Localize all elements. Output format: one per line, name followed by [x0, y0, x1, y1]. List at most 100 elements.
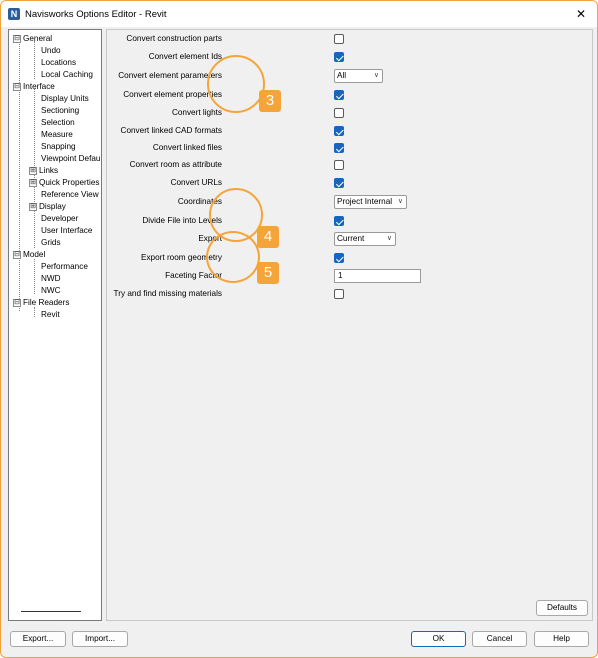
- convert-linked-cad-checkbox[interactable]: [334, 126, 344, 136]
- tree-item-label: Snapping: [41, 142, 76, 151]
- convert-room-attribute-checkbox[interactable]: [334, 160, 344, 170]
- convert-linked-cad-label: Convert linked CAD formats: [120, 126, 222, 135]
- tree-item-label: Interface: [23, 82, 55, 91]
- tree-item-quick-properties[interactable]: ⊞ Quick Properties: [29, 177, 100, 189]
- tree-item-label: Selection: [41, 118, 75, 127]
- navisworks-app-icon: N: [8, 8, 20, 20]
- help-button[interactable]: Help: [534, 631, 589, 647]
- tree-item-label: Display Units: [41, 94, 89, 103]
- convert-element-ids-label: Convert element Ids: [148, 52, 222, 61]
- tree-item-label: Performance: [41, 262, 88, 271]
- expand-icon[interactable]: ⊞: [29, 202, 37, 211]
- options-editor-window: N Navisworks Options Editor - Revit ✕ ⊟ G…: [0, 0, 598, 658]
- faceting-factor-input[interactable]: 1: [334, 269, 421, 283]
- defaults-button[interactable]: Defaults: [536, 600, 588, 616]
- convert-element-properties-checkbox[interactable]: [334, 90, 344, 100]
- tree-item-display[interactable]: ⊞ Display: [29, 201, 66, 213]
- convert-construction-parts-checkbox[interactable]: [334, 34, 344, 44]
- tree-item-label: Developer: [41, 214, 79, 223]
- tree-item-label: Sectioning: [41, 106, 80, 115]
- convert-lights-checkbox[interactable]: [334, 108, 344, 118]
- tree-item-undo[interactable]: Undo: [41, 45, 61, 57]
- callout-circle: [206, 231, 260, 283]
- callout-badge-4: 4: [257, 226, 279, 248]
- tree-item-label: File Readers: [23, 298, 70, 307]
- chevron-down-icon: ∨: [386, 235, 392, 242]
- tree-horizontal-scrollbar[interactable]: [21, 611, 81, 612]
- tree-item-label: General: [23, 34, 53, 43]
- tree-item-label: Reference View: [41, 190, 99, 199]
- tree-item-reference-view[interactable]: Reference View: [41, 189, 99, 201]
- tree-item-label: Display: [39, 202, 66, 211]
- tree-item-label: Local Caching: [41, 70, 93, 79]
- options-tree[interactable]: ⊟ General Undo Locations Local Caching ⊟ I…: [8, 29, 102, 621]
- tree-item-locations[interactable]: Locations: [41, 57, 76, 69]
- expand-icon[interactable]: ⊞: [29, 178, 37, 187]
- chevron-down-icon: ∨: [397, 198, 403, 205]
- collapse-icon[interactable]: ⊟: [13, 298, 21, 307]
- dropdown-value: Project Internal: [337, 197, 393, 206]
- tree-item-interface[interactable]: ⊟ Interface: [13, 81, 55, 93]
- collapse-icon[interactable]: ⊟: [13, 34, 21, 43]
- title-bar: N Navisworks Options Editor - Revit ✕: [1, 1, 597, 27]
- window-title: Navisworks Options Editor - Revit: [25, 9, 167, 20]
- tree-item-label: NWD: [41, 274, 61, 283]
- tree-item-label: Quick Properties: [39, 178, 100, 187]
- convert-urls-label: Convert URLs: [170, 178, 222, 187]
- tree-item-measure[interactable]: Measure: [41, 129, 73, 141]
- convert-linked-files-label: Convert linked files: [152, 143, 222, 152]
- tree-item-display-units[interactable]: Display Units: [41, 93, 89, 105]
- tree-item-label: Measure: [41, 130, 73, 139]
- convert-element-ids-checkbox[interactable]: [334, 52, 344, 62]
- find-missing-materials-label: Try and find missing materials: [113, 289, 222, 298]
- cancel-button[interactable]: Cancel: [472, 631, 527, 647]
- tree-item-local-caching[interactable]: Local Caching: [41, 69, 93, 81]
- tree-item-snapping[interactable]: Snapping: [41, 141, 76, 153]
- tree-item-grids[interactable]: Grids: [41, 237, 61, 249]
- tree-item-label: Viewpoint Defau: [41, 154, 101, 163]
- chevron-down-icon: ∨: [373, 72, 379, 79]
- find-missing-materials-checkbox[interactable]: [334, 289, 344, 299]
- convert-element-parameters-dropdown[interactable]: All ∨: [334, 69, 383, 83]
- tree-item-label: Undo: [41, 46, 61, 55]
- tree-guide-line: [34, 259, 35, 294]
- tree-item-revit[interactable]: Revit: [41, 309, 60, 321]
- tree-item-label: User Interface: [41, 226, 93, 235]
- callout-badge-5: 5: [257, 262, 279, 284]
- convert-lights-label: Convert lights: [171, 108, 222, 117]
- tree-item-label: Locations: [41, 58, 77, 67]
- convert-linked-files-checkbox[interactable]: [334, 143, 344, 153]
- divide-levels-checkbox[interactable]: [334, 216, 344, 226]
- tree-item-selection[interactable]: Selection: [41, 117, 75, 129]
- tree-item-developer[interactable]: Developer: [41, 213, 78, 225]
- convert-room-attribute-label: Convert room as attribute: [129, 160, 222, 169]
- tree-item-label: Grids: [41, 238, 61, 247]
- tree-item-nwd[interactable]: NWD: [41, 273, 61, 285]
- tree-item-model[interactable]: ⊟ Model: [13, 249, 45, 261]
- export-button[interactable]: Export...: [10, 631, 66, 647]
- tree-item-general[interactable]: ⊟ General: [13, 33, 52, 45]
- close-icon[interactable]: ✕: [571, 5, 591, 23]
- callout-circle: [207, 55, 265, 113]
- tree-item-nwc[interactable]: NWC: [41, 285, 61, 297]
- tree-item-user-interface[interactable]: User Interface: [41, 225, 92, 237]
- expand-icon[interactable]: ⊞: [29, 166, 37, 175]
- tree-item-file-readers[interactable]: ⊟ File Readers: [13, 297, 69, 309]
- convert-construction-parts-label: Convert construction parts: [126, 34, 222, 43]
- tree-item-label: NWC: [41, 286, 61, 295]
- tree-item-label: Links: [39, 166, 59, 175]
- tree-item-performance[interactable]: Performance: [41, 261, 88, 273]
- convert-urls-checkbox[interactable]: [334, 178, 344, 188]
- dropdown-value: All: [337, 71, 347, 80]
- ok-button[interactable]: OK: [411, 631, 466, 647]
- coordinates-dropdown[interactable]: Project Internal ∨: [334, 195, 407, 209]
- tree-item-sectioning[interactable]: Sectioning: [41, 105, 79, 117]
- tree-item-viewpoint-defaults[interactable]: Viewpoint Defau: [41, 153, 100, 165]
- export-room-geometry-checkbox[interactable]: [334, 253, 344, 263]
- callout-badge-3: 3: [259, 90, 281, 112]
- collapse-icon[interactable]: ⊟: [13, 250, 21, 259]
- export-dropdown[interactable]: Current ∨: [334, 232, 396, 246]
- tree-item-links[interactable]: ⊞ Links: [29, 165, 58, 177]
- import-button[interactable]: Import...: [72, 631, 128, 647]
- collapse-icon[interactable]: ⊟: [13, 82, 21, 91]
